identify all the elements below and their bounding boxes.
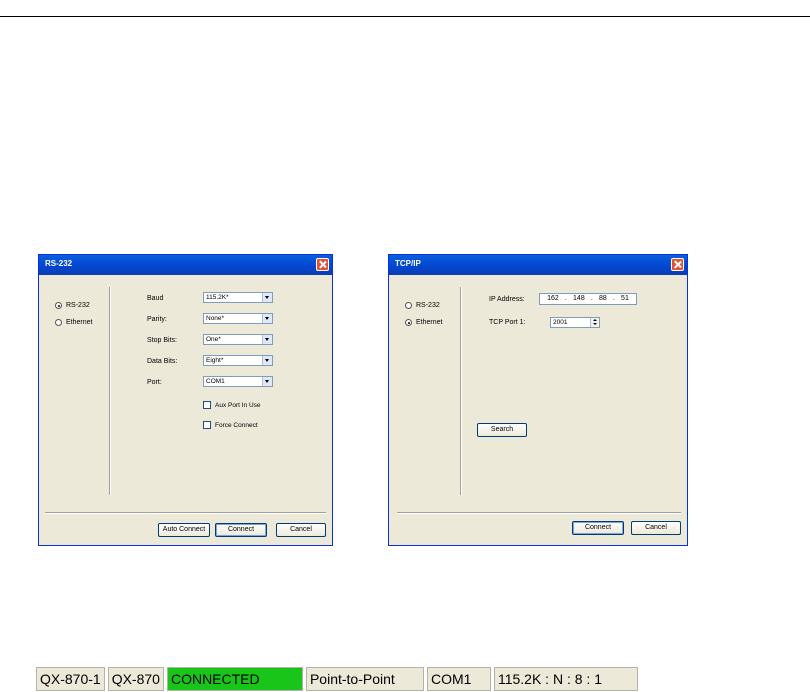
radio-unselected-icon (55, 319, 62, 326)
connect-button[interactable]: Connect (215, 523, 267, 537)
data-bits-select[interactable]: Eight* (203, 355, 273, 366)
force-connect-checkbox[interactable]: Force Connect (203, 421, 258, 429)
page-top-rule (0, 16, 810, 17)
radio-selected-icon (405, 319, 412, 326)
tcpip-dialog-title: TCP/IP (395, 259, 421, 268)
tcpip-dialog: TCP/IP RS-232 Ethernet IP Address: 162. … (388, 254, 688, 546)
data-bits-label: Data Bits: (147, 358, 178, 365)
ip-octet-3[interactable]: 88 (599, 294, 607, 304)
horizontal-divider (397, 512, 681, 514)
status-device-name: QX-870-1 (36, 667, 105, 691)
status-mode: Point-to-Point (305, 667, 424, 691)
chevron-down-icon[interactable] (262, 356, 272, 365)
port-value: COM1 (206, 378, 225, 385)
rs232-radio-option[interactable]: RS-232 (405, 302, 440, 309)
horizontal-divider (45, 512, 326, 514)
aux-port-checkbox[interactable]: Aux Port In Use (203, 401, 261, 409)
parity-label: Parity: (147, 316, 167, 323)
rs232-dialog: RS-232 RS-232 Ethernet Baud 115.2K* Pari… (38, 254, 333, 546)
ip-dot: . (590, 295, 593, 302)
parity-value: None* (206, 315, 225, 322)
ip-octet-2[interactable]: 148 (573, 294, 585, 304)
close-icon[interactable] (671, 258, 684, 271)
ethernet-radio-label: Ethernet (66, 319, 93, 326)
tcp-port-value: 2001 (553, 319, 568, 326)
status-settings: 115.2K : N : 8 : 1 (493, 667, 638, 691)
baud-label: Baud (147, 295, 164, 302)
tcp-port-stepper[interactable]: 2001 (550, 317, 600, 328)
radio-unselected-icon (405, 302, 412, 309)
auto-connect-button[interactable]: Auto Connect (158, 523, 210, 537)
baud-select[interactable]: 115.2K* (203, 292, 273, 303)
ethernet-radio-option[interactable]: Ethernet (55, 319, 92, 326)
chevron-down-icon[interactable] (262, 293, 272, 302)
ethernet-radio-option[interactable]: Ethernet (405, 319, 442, 326)
vertical-divider (460, 287, 462, 495)
stop-bits-value: One* (206, 336, 221, 343)
aux-port-label: Aux Port In Use (215, 401, 261, 409)
status-connection-badge: CONNECTED (166, 667, 303, 691)
ip-address-label: IP Address: (489, 296, 525, 303)
rs232-title-bar[interactable]: RS-232 (39, 255, 332, 275)
vertical-divider (109, 287, 111, 495)
checkbox-icon (203, 401, 211, 409)
rs232-radio-label: RS-232 (416, 302, 440, 309)
parity-select[interactable]: None* (203, 313, 273, 324)
checkbox-icon (203, 421, 211, 429)
search-button[interactable]: Search (477, 423, 527, 437)
ethernet-radio-label: Ethernet (416, 319, 443, 326)
stop-bits-select[interactable]: One* (203, 334, 273, 345)
close-icon[interactable] (316, 258, 329, 271)
ip-dot: . (564, 295, 567, 302)
rs232-radio-label: RS-232 (66, 302, 90, 309)
chevron-down-icon[interactable] (262, 335, 272, 344)
stop-bits-label: Stop Bits: (147, 337, 177, 344)
ip-octet-4[interactable]: 51 (621, 294, 629, 304)
ip-octet-1[interactable]: 162 (547, 294, 559, 304)
chevron-down-icon[interactable] (262, 377, 272, 386)
chevron-down-icon[interactable] (262, 314, 272, 323)
rs232-radio-option[interactable]: RS-232 (55, 302, 90, 309)
connect-button[interactable]: Connect (572, 521, 624, 535)
ip-dot: . (612, 295, 615, 302)
force-connect-label: Force Connect (215, 421, 258, 429)
port-label: Port: (147, 379, 162, 386)
cancel-button[interactable]: Cancel (631, 521, 681, 535)
data-bits-value: Eight* (206, 357, 224, 364)
spin-arrows-icon[interactable] (590, 318, 599, 327)
baud-value: 115.2K* (206, 294, 229, 301)
status-port: COM1 (426, 667, 491, 691)
radio-selected-icon (55, 302, 62, 309)
port-select[interactable]: COM1 (203, 376, 273, 387)
status-model: QX-870 (107, 667, 164, 691)
status-bar: QX-870-1 QX-870 CONNECTED Point-to-Point… (36, 667, 638, 691)
tcpip-title-bar[interactable]: TCP/IP (389, 255, 687, 275)
rs232-dialog-title: RS-232 (45, 259, 73, 268)
cancel-button[interactable]: Cancel (276, 523, 326, 537)
tcp-port-label: TCP Port 1: (489, 319, 526, 326)
ip-address-field[interactable]: 162. 148. 88. 51 (539, 293, 637, 305)
